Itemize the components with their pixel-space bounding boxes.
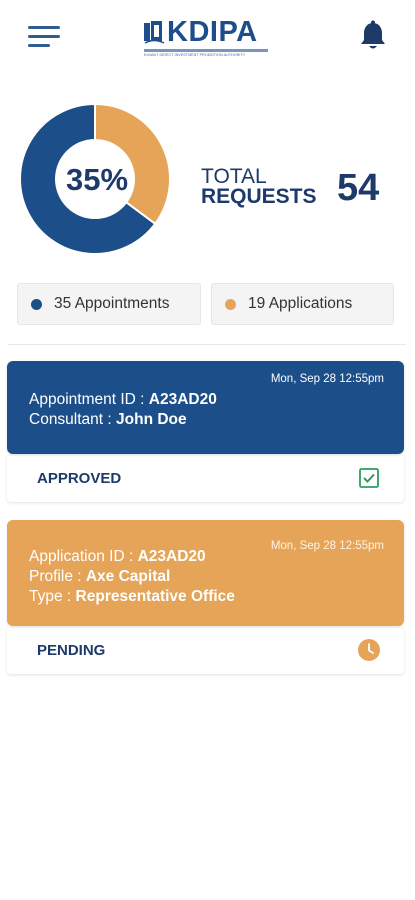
appointment-id-line: Appointment ID : A23AD20 <box>29 391 217 409</box>
profile-line: Profile : Axe Capital <box>29 568 170 586</box>
appointment-id-label: Appointment ID : <box>29 391 149 408</box>
consultant-label: Consultant : <box>29 411 117 428</box>
section-divider <box>8 344 406 345</box>
application-id-label: Application ID : <box>29 548 138 565</box>
donut-percent-label: 35% <box>65 162 129 197</box>
total-label-line1: TOTAL <box>201 165 267 188</box>
appointment-id-value: A23AD20 <box>148 391 217 408</box>
consultant-value: John Doe <box>116 411 187 428</box>
kdipa-logo: KDIPA KUWAIT DIRECT INVESTMENT PROMOTION… <box>142 16 274 60</box>
bell-icon[interactable] <box>358 20 388 52</box>
profile-label: Profile : <box>29 568 86 585</box>
applications-legend-chip[interactable]: 19 Applications <box>211 283 394 325</box>
total-label-line2: REQUESTS <box>201 185 317 208</box>
application-id-line: Application ID : A23AD20 <box>29 548 206 566</box>
application-status-bar: PENDING <box>7 628 404 674</box>
applications-legend-label: 19 Applications <box>248 295 353 312</box>
appointment-card[interactable]: Mon, Sep 28 12:55pm Appointment ID : A23… <box>7 361 404 454</box>
logo-arabic-line <box>144 49 268 52</box>
clock-icon <box>358 639 380 661</box>
card-date: Mon, Sep 28 12:55pm <box>270 540 384 552</box>
status-pending: PENDING <box>37 642 106 659</box>
type-value: Representative Office <box>75 588 235 605</box>
menu-bar <box>28 44 50 47</box>
logo-mark-icon <box>144 21 165 44</box>
application-card[interactable]: Mon, Sep 28 12:55pm Application ID : A23… <box>7 520 404 626</box>
application-id-value: A23AD20 <box>137 548 206 565</box>
appointments-dot-icon <box>31 298 42 310</box>
total-requests-count: 54 <box>337 167 380 209</box>
card-date: Mon, Sep 28 12:55pm <box>270 373 384 385</box>
checkbox-checked-icon <box>359 468 379 488</box>
applications-dot-icon <box>225 298 236 310</box>
appointments-legend-chip[interactable]: 35 Appointments <box>17 283 201 325</box>
total-requests-label: TOTAL REQUESTS <box>201 165 317 208</box>
appointments-legend-label: 35 Appointments <box>54 295 170 312</box>
menu-bar <box>28 35 60 38</box>
profile-value: Axe Capital <box>85 568 171 585</box>
menu-bar <box>28 26 60 29</box>
consultant-line: Consultant : John Doe <box>29 411 187 429</box>
type-line: Type : Representative Office <box>29 588 235 606</box>
type-label: Type : <box>29 588 76 605</box>
appointment-status-bar: APPROVED <box>7 456 404 502</box>
logo-subtitle: KUWAIT DIRECT INVESTMENT PROMOTION AUTHO… <box>144 53 246 57</box>
status-approved: APPROVED <box>37 470 122 487</box>
logo-text: KDIPA <box>167 16 258 48</box>
hamburger-menu-icon[interactable] <box>28 24 62 48</box>
